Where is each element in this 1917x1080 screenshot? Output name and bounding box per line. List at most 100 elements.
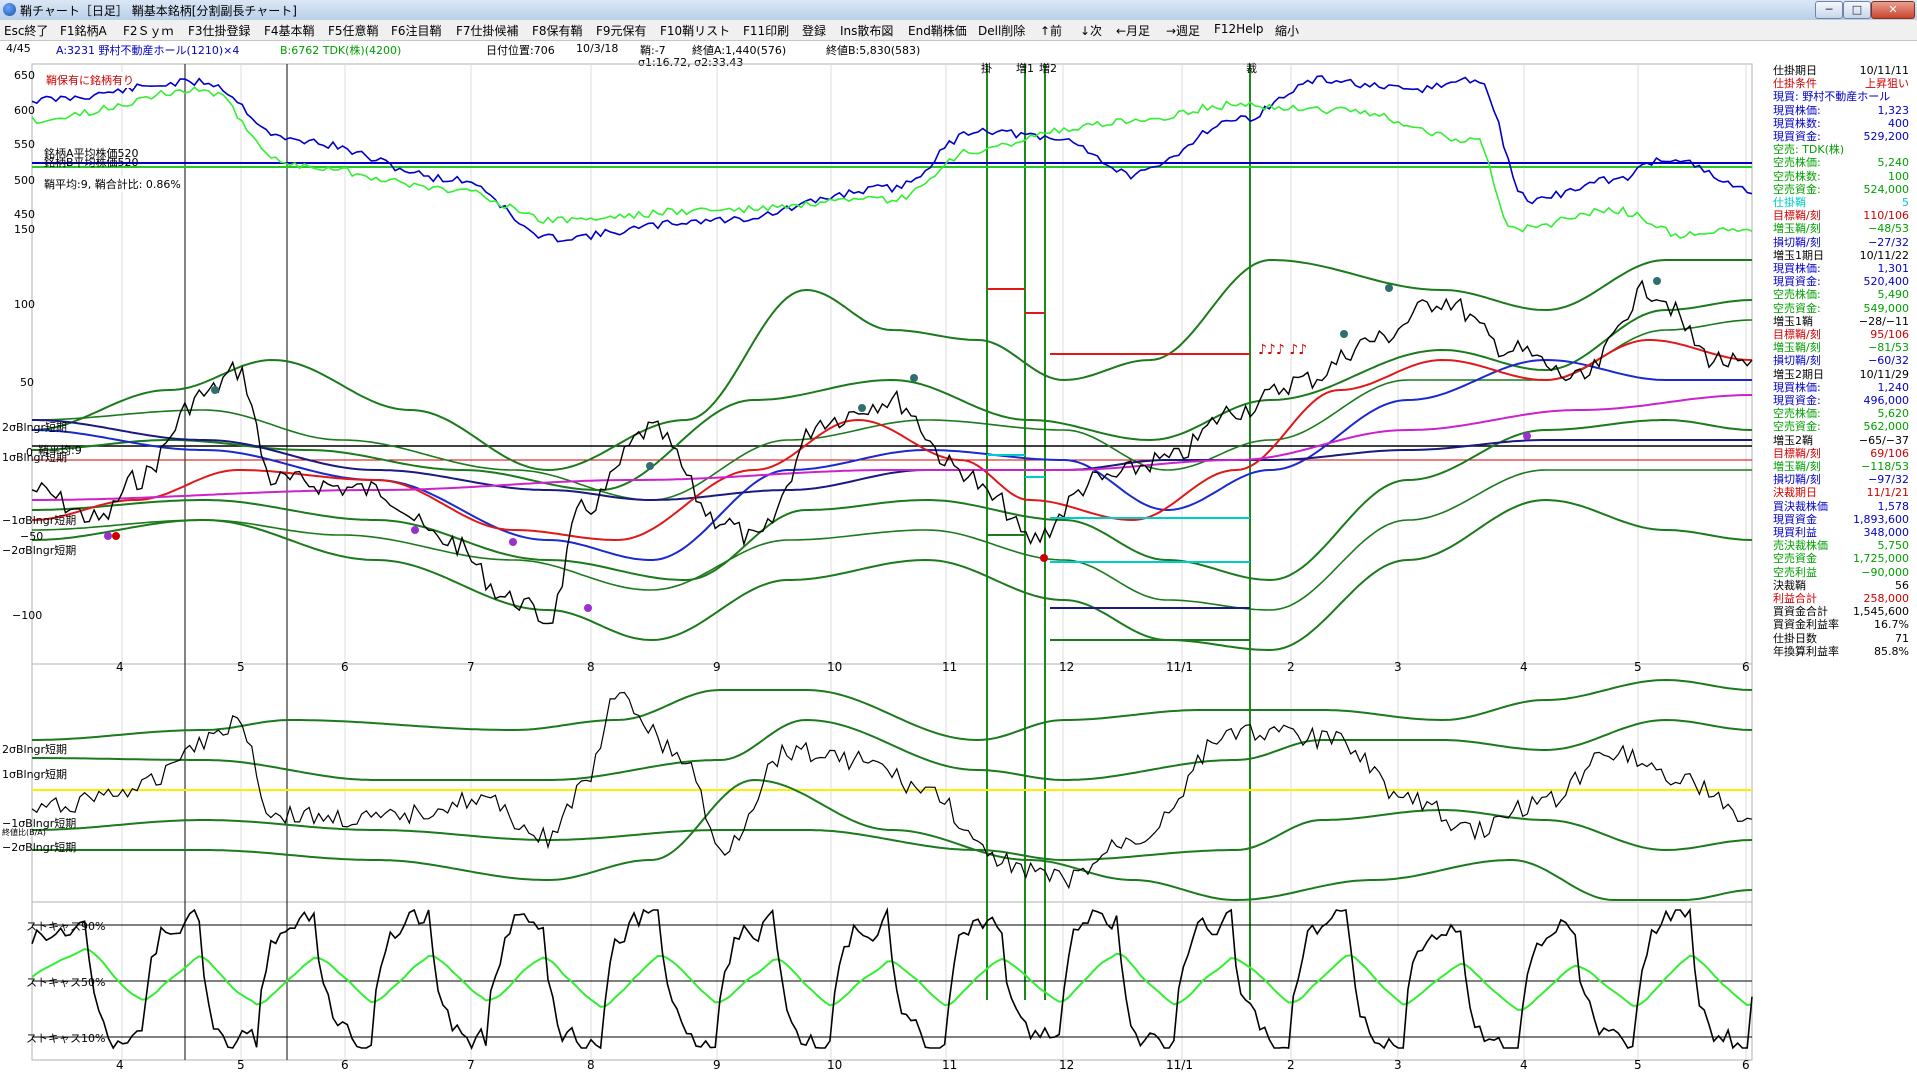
panel-row-value: −90,000 (1861, 565, 1909, 579)
panel-row: 現買: 野村不動産ホール (1770, 90, 1915, 103)
panel-row: 現買株価: 1,240 (1770, 381, 1915, 394)
panel-row-value: −118/53 (1861, 460, 1909, 473)
signal-marker (112, 532, 120, 540)
panel-row: 現買株数: 400 (1770, 117, 1915, 130)
price-line-a (31, 75, 1753, 243)
y-tick-650: 650 (14, 69, 35, 82)
mid-panel-frame (31, 663, 1753, 903)
panel-row-label: 現買資金: (1773, 394, 1821, 407)
month-label-bottom-6b: 6 (1742, 1058, 1750, 1072)
panel-row-value: 10/11/29 (1859, 367, 1909, 381)
panel-row: 決裁期日 11/1/21 (1770, 486, 1915, 499)
spread-chart[interactable] (0, 0, 1917, 1080)
panel-row-value: 5,490 (1877, 288, 1910, 302)
month-label-8: 8 (587, 660, 595, 674)
panel-row: 増玉1期日 10/11/22 (1770, 249, 1915, 262)
y-tick-100: 100 (14, 298, 35, 311)
signal-marker (646, 462, 654, 470)
panel-row-label: 空売株価: (1773, 407, 1821, 421)
signal-marker (1653, 277, 1661, 285)
band-plus1-long (32, 299, 1753, 491)
panel-row-value: 258,000 (1863, 592, 1910, 605)
panel-row-value: 1,578 (1877, 499, 1910, 513)
signal-marker (858, 404, 866, 412)
panel-row: 空売: TDK(株) (1770, 143, 1915, 156)
panel-row-value: 71 (1895, 631, 1909, 645)
panel-row-value: 100 (1888, 169, 1909, 183)
month-label-bottom-4b: 4 (1520, 1058, 1528, 1072)
moving-average-magenta (32, 394, 1752, 501)
y-tick-450: 450 (14, 208, 35, 221)
mid-band-minus2-label: −2σBlngr短期 (2, 841, 77, 854)
panel-row-label: 空売株数: (1773, 169, 1821, 183)
signal-marker (411, 526, 419, 534)
panel-row: 仕掛期日 10/11/11 (1770, 64, 1915, 77)
panel-row-value: 10/11/11 (1859, 64, 1909, 77)
month-label-bottom-jan: 11/1 (1166, 1058, 1193, 1072)
month-label-6b: 6 (1742, 660, 1750, 674)
panel-row-label: 買資金利益率 (1773, 618, 1839, 632)
y-tick-50: 50 (20, 376, 34, 389)
month-label-2: 2 (1287, 660, 1295, 674)
panel-row: 現買資金: 496,000 (1770, 394, 1915, 407)
panel-row-label: 買資金合計 (1773, 605, 1828, 619)
month-label-bottom-5b: 5 (1634, 1058, 1642, 1072)
month-label-bottom-11: 11 (942, 1058, 958, 1072)
panel-row-value: 16.7% (1874, 618, 1909, 632)
panel-row-value: −28/−11 (1858, 314, 1909, 328)
panel-row-label: 増玉鞘/刻 (1773, 341, 1821, 355)
panel-row-value: 1,323 (1877, 103, 1910, 117)
panel-row: 仕掛日数 71 (1770, 632, 1915, 645)
panel-row-label: 増玉鞘/刻 (1773, 222, 1821, 236)
y-tick-150: 150 (14, 223, 35, 236)
panel-row-value: 1,240 (1877, 380, 1910, 394)
panel-row: 仕掛条件 上昇狙い (1770, 77, 1915, 90)
ratio-label: 終値比(B/A) (2, 828, 46, 837)
panel-row-label: 現買: 野村不動産ホール (1773, 90, 1891, 104)
panel-row-label: 目標鞘/刻 (1773, 446, 1821, 460)
month-label-9: 9 (713, 660, 721, 674)
band-plus2-long (31, 259, 1752, 472)
panel-row-value: 529,200 (1863, 130, 1910, 143)
panel-row-value: 上昇狙い (1865, 77, 1909, 91)
panel-row-label: 決裁鞘 (1773, 578, 1806, 592)
panel-row-label: 目標鞘/刻 (1773, 328, 1821, 341)
panel-row: 損切鞘/刻 −27/32 (1770, 236, 1915, 249)
panel-row: 現買株価: 1,301 (1770, 262, 1915, 275)
panel-row: 増玉2鞘 −65/−37 (1770, 434, 1915, 447)
month-label-bottom-6a: 6 (341, 1058, 349, 1072)
panel-row-label: 空売資金: (1773, 420, 1821, 434)
month-label-4b: 4 (1520, 660, 1528, 674)
month-label-bottom-2: 2 (1287, 1058, 1295, 1072)
signal-marker (584, 604, 592, 612)
panel-row: 目標鞘/刻 69/106 (1770, 447, 1915, 460)
month-label-6a: 6 (341, 660, 349, 674)
marker-settle: 裁 (1246, 62, 1257, 75)
signal-marker (104, 532, 112, 540)
panel-row-label: 売決裁株価 (1773, 539, 1828, 553)
panel-row-value: 524,000 (1863, 182, 1910, 196)
panel-row: 買資金利益率 16.7% (1770, 618, 1915, 631)
holding-note: 鞘保有に銘柄有り (46, 72, 134, 88)
mid-band-plus2-label: 2σBlngr短期 (2, 743, 68, 756)
panel-row: 買資金合計 1,545,600 (1770, 605, 1915, 618)
panel-row: 空売資金: 562,000 (1770, 420, 1915, 433)
panel-row-label: 損切鞘/刻 (1773, 473, 1821, 487)
panel-row: 空売株価: 5,490 (1770, 288, 1915, 301)
main-band-minus2-label: −2σBlngr短期 (2, 544, 77, 557)
panel-row-label: 空売利益 (1773, 565, 1817, 579)
month-label-bottom-4a: 4 (116, 1058, 124, 1072)
stoch-50-label: ストキャス50% (26, 976, 106, 989)
panel-row-value: −60/32 (1868, 354, 1909, 368)
signal-marker (1523, 432, 1531, 440)
panel-row-value: −65/−37 (1858, 433, 1909, 447)
month-label-5a: 5 (237, 660, 245, 674)
panel-row: 空売株価: 5,620 (1770, 407, 1915, 420)
y-tick-600: 600 (14, 104, 35, 117)
panel-row-label: 空売株価: (1773, 288, 1821, 302)
month-label-bottom-5a: 5 (237, 1058, 245, 1072)
month-label-jan: 11/1 (1166, 660, 1193, 674)
panel-row-value: 5,240 (1877, 156, 1910, 170)
month-label-10: 10 (827, 660, 843, 674)
month-label-4a: 4 (116, 660, 124, 674)
